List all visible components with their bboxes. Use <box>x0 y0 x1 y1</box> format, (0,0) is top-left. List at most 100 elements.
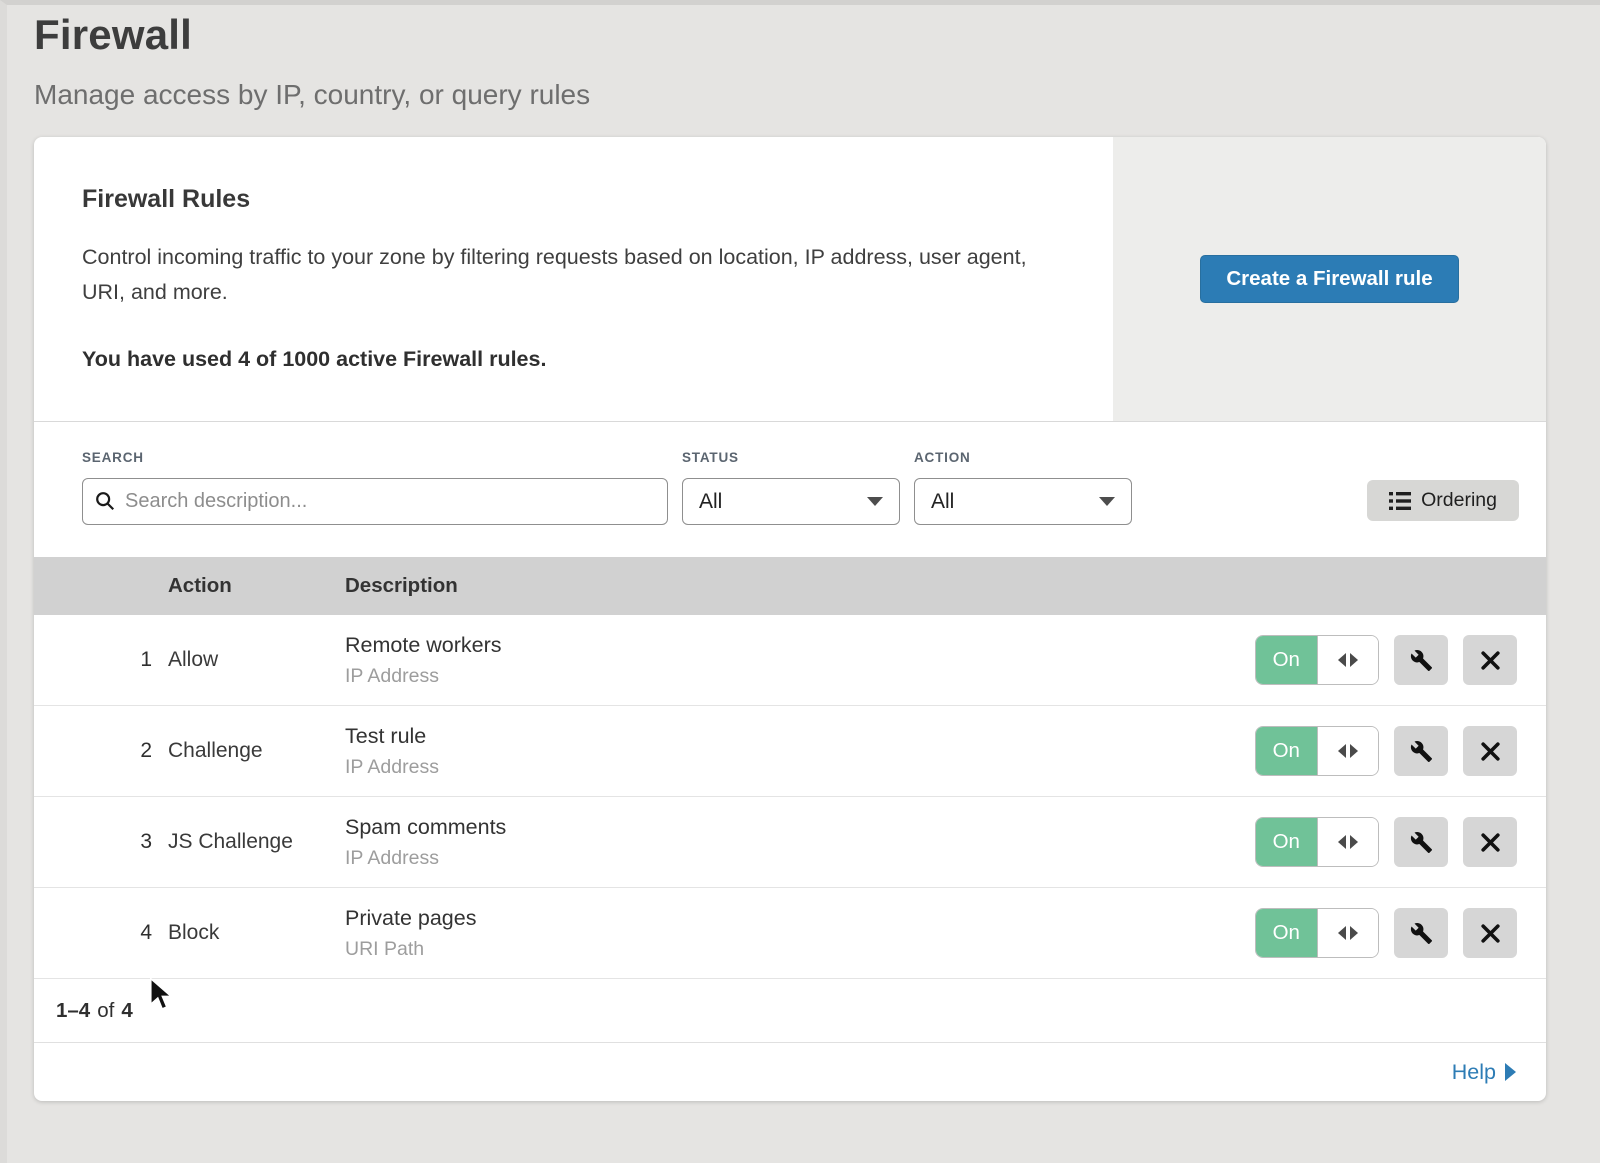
rule-description: Private pages URI Path <box>345 906 1255 961</box>
rule-description: Remote workers IP Address <box>345 633 1255 688</box>
table-row: 1 Allow Remote workers IP Address On <box>34 615 1546 706</box>
rule-description-title: Test rule <box>345 724 1255 749</box>
delete-rule-button[interactable] <box>1463 726 1517 776</box>
wrench-icon <box>1410 831 1433 854</box>
pagination-range: 1–4 <box>56 999 90 1023</box>
help-link[interactable]: Help <box>1452 1060 1516 1085</box>
toggle-handle[interactable] <box>1317 727 1379 775</box>
create-firewall-rule-button[interactable]: Create a Firewall rule <box>1200 255 1458 303</box>
action-selected-value: All <box>931 490 954 514</box>
toggle-on-label: On <box>1256 727 1317 775</box>
rule-priority: 4 <box>34 921 168 945</box>
close-icon <box>1480 650 1501 671</box>
table-row: 2 Challenge Test rule IP Address On <box>34 706 1546 797</box>
action-label: ACTION <box>914 450 1132 465</box>
rule-description-title: Spam comments <box>345 815 1255 840</box>
edit-rule-button[interactable] <box>1394 817 1448 867</box>
wrench-icon <box>1410 649 1433 672</box>
status-field-group: STATUS All <box>682 450 900 525</box>
search-wrap <box>82 478 668 525</box>
create-rule-panel: Create a Firewall rule <box>1113 137 1546 421</box>
arrow-left-icon <box>1338 744 1346 758</box>
rule-match-type: URI Path <box>345 938 1255 961</box>
filter-bar: SEARCH STATUS All ACTION All <box>34 422 1546 557</box>
rule-action: JS Challenge <box>168 830 345 854</box>
close-icon <box>1480 832 1501 853</box>
rule-enabled-toggle[interactable]: On <box>1255 817 1379 867</box>
status-select[interactable]: All <box>682 478 900 525</box>
table-header: Action Description <box>34 557 1546 615</box>
rule-controls: On <box>1255 726 1546 776</box>
toggle-on-label: On <box>1256 818 1317 866</box>
delete-rule-button[interactable] <box>1463 817 1517 867</box>
table-row: 4 Block Private pages URI Path On <box>34 888 1546 979</box>
action-column-header: Action <box>168 574 345 598</box>
toggle-on-label: On <box>1256 636 1317 684</box>
ordering-button[interactable]: Ordering <box>1367 480 1519 521</box>
wrench-icon <box>1410 922 1433 945</box>
rule-priority: 2 <box>34 739 168 763</box>
status-selected-value: All <box>699 490 722 514</box>
rule-action: Challenge <box>168 739 345 763</box>
rule-controls: On <box>1255 817 1546 867</box>
search-icon <box>94 490 116 512</box>
search-input[interactable] <box>82 478 668 525</box>
chevron-down-icon <box>867 497 883 506</box>
pagination: 1–4 of 4 <box>34 979 1546 1042</box>
arrow-right-icon <box>1350 926 1358 940</box>
pagination-separator: of <box>97 999 114 1023</box>
rule-match-type: IP Address <box>345 847 1255 870</box>
search-label: SEARCH <box>82 450 668 465</box>
arrow-left-icon <box>1338 835 1346 849</box>
toggle-on-label: On <box>1256 909 1317 957</box>
firewall-rules-info-section: Firewall Rules Control incoming traffic … <box>34 137 1546 422</box>
arrow-right-icon <box>1350 835 1358 849</box>
status-label: STATUS <box>682 450 900 465</box>
rule-description: Test rule IP Address <box>345 724 1255 779</box>
page-subtitle: Manage access by IP, country, or query r… <box>34 79 1600 111</box>
rule-enabled-toggle[interactable]: On <box>1255 635 1379 685</box>
toggle-handle[interactable] <box>1317 909 1379 957</box>
caret-right-icon <box>1505 1063 1516 1081</box>
search-field-group: SEARCH <box>82 450 668 525</box>
pagination-total: 4 <box>121 999 132 1023</box>
edit-rule-button[interactable] <box>1394 635 1448 685</box>
wrench-icon <box>1410 740 1433 763</box>
toggle-handle[interactable] <box>1317 636 1379 684</box>
action-select[interactable]: All <box>914 478 1132 525</box>
close-icon <box>1480 741 1501 762</box>
table-row: 3 JS Challenge Spam comments IP Address … <box>34 797 1546 888</box>
delete-rule-button[interactable] <box>1463 635 1517 685</box>
page-header: Firewall Manage access by IP, country, o… <box>7 5 1600 111</box>
arrow-left-icon <box>1338 653 1346 667</box>
rule-priority: 3 <box>34 830 168 854</box>
help-link-label: Help <box>1452 1060 1496 1085</box>
firewall-card: Firewall Rules Control incoming traffic … <box>34 137 1546 1101</box>
edit-rule-button[interactable] <box>1394 726 1448 776</box>
page-title: Firewall <box>34 11 1600 59</box>
arrow-right-icon <box>1350 653 1358 667</box>
action-field-group: ACTION All <box>914 450 1132 525</box>
arrow-left-icon <box>1338 926 1346 940</box>
chevron-down-icon <box>1099 497 1115 506</box>
close-icon <box>1480 923 1501 944</box>
rule-action: Allow <box>168 648 345 672</box>
ordering-button-label: Ordering <box>1421 489 1497 512</box>
rule-controls: On <box>1255 635 1546 685</box>
firewall-rules-usage: You have used 4 of 1000 active Firewall … <box>82 347 1043 372</box>
rule-description-title: Remote workers <box>345 633 1255 658</box>
rule-enabled-toggle[interactable]: On <box>1255 726 1379 776</box>
firewall-rules-info: Firewall Rules Control incoming traffic … <box>34 137 1113 421</box>
delete-rule-button[interactable] <box>1463 908 1517 958</box>
toggle-handle[interactable] <box>1317 818 1379 866</box>
rule-controls: On <box>1255 908 1546 958</box>
description-column-header: Description <box>345 574 1546 598</box>
ordering-list-icon <box>1389 491 1411 511</box>
rule-description-title: Private pages <box>345 906 1255 931</box>
rule-match-type: IP Address <box>345 756 1255 779</box>
rule-enabled-toggle[interactable]: On <box>1255 908 1379 958</box>
edit-rule-button[interactable] <box>1394 908 1448 958</box>
firewall-rules-heading: Firewall Rules <box>82 185 1043 214</box>
firewall-rules-description: Control incoming traffic to your zone by… <box>82 240 1042 311</box>
rule-action: Block <box>168 921 345 945</box>
